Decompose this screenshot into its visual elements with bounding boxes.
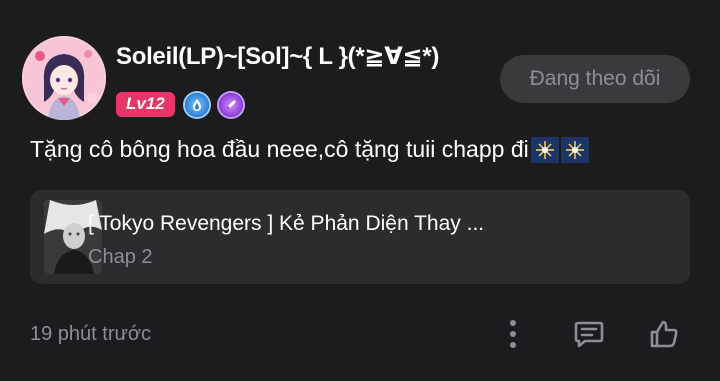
blue-drop-badge-icon — [184, 92, 209, 117]
level-badge: Lv12 — [116, 92, 175, 117]
manga-title[interactable]: [ Tokyo Revengers ] Kẻ Phản Diện Thay ..… — [88, 212, 484, 236]
sparkler-emoji — [530, 136, 559, 163]
avatar[interactable] — [22, 36, 106, 120]
following-button[interactable]: Đang theo dõi — [500, 55, 690, 103]
comment-text-row: Tặng cô bông hoa đầu neee,cô tặng tuii c… — [30, 136, 589, 163]
comment-text: Tặng cô bông hoa đầu neee,cô tặng tuii c… — [30, 136, 529, 162]
username[interactable]: Soleil(LP)~[Sol]~{ L }(*≧∀≦*) — [116, 42, 439, 71]
timestamp: 19 phút trước — [30, 323, 152, 345]
comment-card: Soleil(LP)~[Sol]~{ L }(*≧∀≦*) Lv12 Đang … — [0, 0, 720, 381]
avatar-image — [24, 38, 104, 120]
manga-chapter[interactable]: Chap 2 — [88, 246, 153, 269]
badge-row: Lv12 — [116, 92, 243, 117]
comment-icon[interactable] — [571, 316, 607, 352]
more-vertical-icon[interactable] — [495, 316, 531, 352]
thumbs-up-icon[interactable] — [646, 316, 682, 352]
sparkler-emoji — [560, 136, 589, 163]
manga-link-card[interactable] — [30, 190, 690, 284]
purple-pen-badge-icon — [218, 92, 243, 117]
